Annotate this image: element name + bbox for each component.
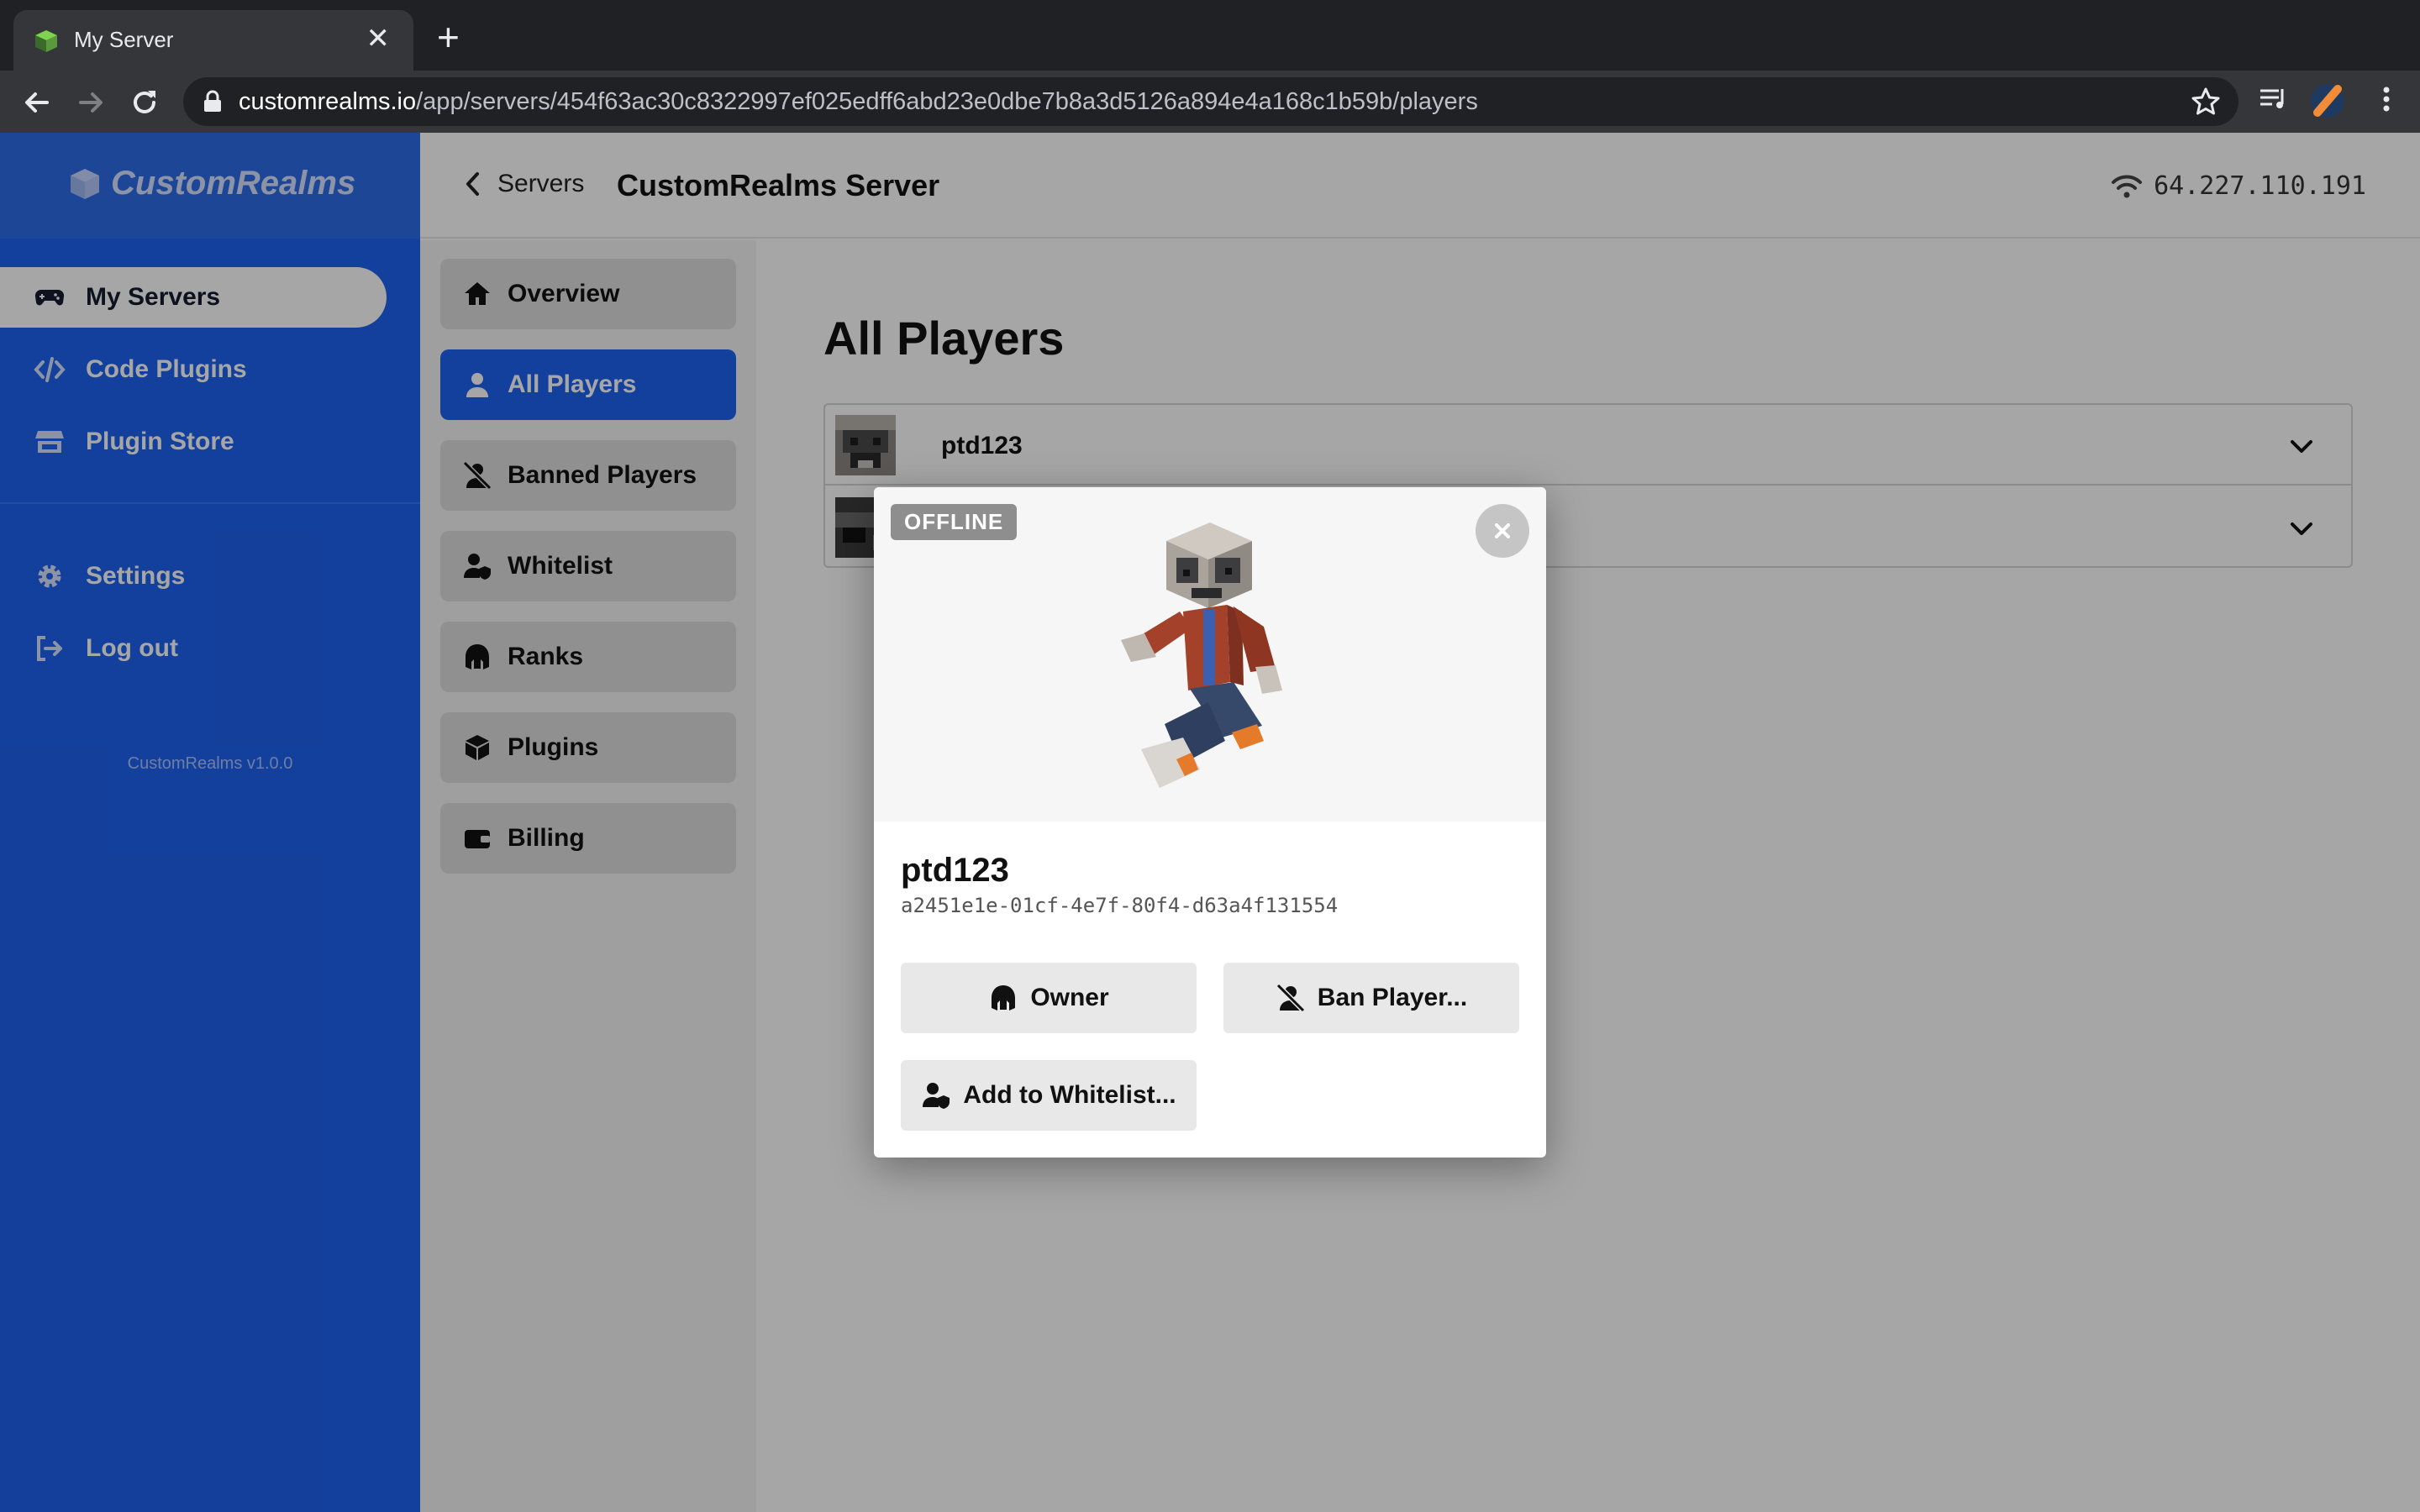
player-uuid: a2451e1e-01cf-4e7f-80f4-d63a4f131554 [901, 894, 1339, 917]
tab-close-icon[interactable]: ✕ [366, 24, 391, 54]
user-slash-icon [1276, 983, 1305, 1013]
media-queue-icon[interactable] [2257, 82, 2291, 116]
owner-rank-button[interactable]: Owner [901, 963, 1197, 1033]
forward-arrow-icon[interactable] [72, 84, 109, 121]
player-modal: OFFLINE ptd123 a2451e1e-01cf-4e7f-80f4-d… [874, 487, 1546, 1158]
reload-icon[interactable] [126, 84, 163, 121]
close-icon [1495, 523, 1510, 538]
player-name-heading: ptd123 [901, 852, 1009, 889]
user-shield-icon [923, 1083, 950, 1109]
whitelist-button-label: Add to Whitelist... [963, 1081, 1176, 1109]
lock-icon [204, 90, 221, 112]
ban-player-button[interactable]: Ban Player... [1223, 963, 1519, 1033]
url-host: customrealms.io [239, 88, 417, 115]
browser-tab[interactable]: My Server ✕ [13, 10, 413, 71]
profile-avatar[interactable] [2309, 82, 2346, 119]
url-path: /app/servers/454f63ac30c8322997ef025edff… [416, 88, 1478, 115]
status-badge: OFFLINE [891, 504, 1018, 540]
ban-button-label: Ban Player... [1317, 984, 1468, 1011]
address-bar[interactable]: customrealms.io/app/servers/454f63ac30c8… [183, 77, 2238, 126]
player-skin-image [1121, 522, 1282, 788]
browser-toolbar: customrealms.io/app/servers/454f63ac30c8… [0, 71, 2420, 133]
url-text: customrealms.io/app/servers/454f63ac30c8… [239, 88, 1478, 116]
modal-close-button[interactable] [1476, 504, 1529, 558]
new-tab-button[interactable]: + [437, 18, 460, 56]
bookmark-star-icon[interactable] [2190, 86, 2222, 118]
tab-title: My Server [74, 27, 174, 52]
player-skin-preview: OFFLINE [874, 487, 1546, 822]
back-arrow-icon[interactable] [18, 84, 55, 121]
owner-button-label: Owner [1030, 984, 1109, 1011]
add-to-whitelist-button[interactable]: Add to Whitelist... [901, 1060, 1197, 1131]
helmet-icon [992, 985, 1016, 1011]
browser-menu-icon[interactable] [2370, 82, 2403, 116]
browser-tabstrip: My Server ✕ + [0, 0, 2420, 71]
cube-favicon-icon [35, 30, 57, 52]
